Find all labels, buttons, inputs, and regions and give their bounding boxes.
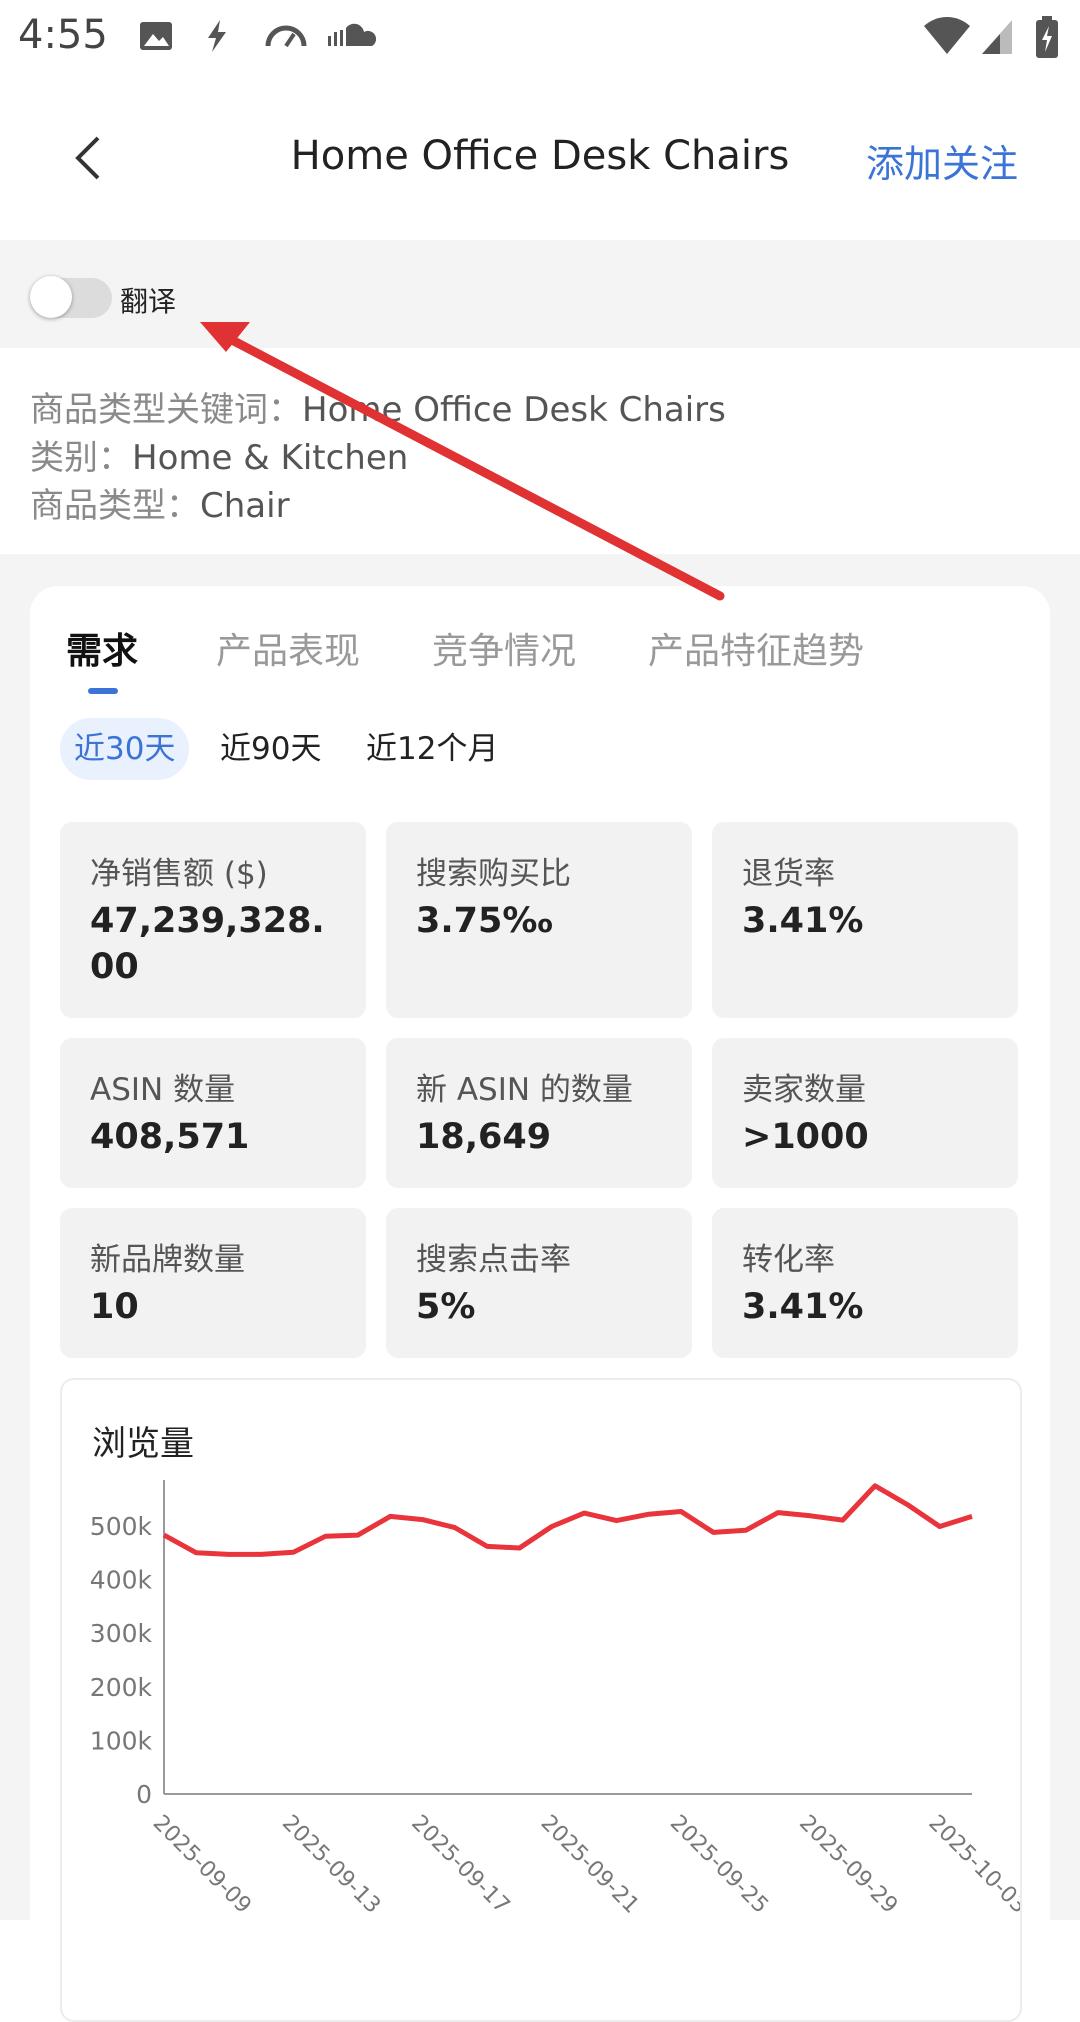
- range-30-days[interactable]: 近30天: [60, 718, 190, 780]
- y-tick-label: 400k: [90, 1566, 153, 1595]
- translate-label: 翻译: [120, 285, 177, 318]
- image-icon: [140, 22, 172, 50]
- metric-value: 3.41%: [742, 901, 864, 941]
- nav-bar: Home Office Desk Chairs 添加关注: [0, 76, 1080, 240]
- x-tick-label: 2025-09-25: [665, 1811, 773, 1919]
- range-90-days[interactable]: 近90天: [206, 718, 335, 780]
- metric-label: ASIN 数量: [90, 1072, 236, 1108]
- metric-label: 转化率: [742, 1242, 835, 1278]
- y-tick-label: 500k: [90, 1512, 153, 1541]
- metric-value: 5%: [416, 1287, 476, 1327]
- battery-icon: [1036, 16, 1058, 58]
- metric-label: 退货率: [742, 856, 835, 892]
- tab-demand[interactable]: 需求: [66, 622, 138, 674]
- tab-product-performance[interactable]: 产品表现: [216, 622, 360, 674]
- info-keyword: 商品类型关键词：Home Office Desk Chairs: [30, 382, 726, 431]
- info-category: 类别：Home & Kitchen: [30, 430, 408, 479]
- info-value: Home & Kitchen: [132, 438, 409, 478]
- metric-card: ASIN 数量 408,571: [60, 1038, 366, 1188]
- y-tick-label: 100k: [90, 1726, 153, 1755]
- info-key: 商品类型：: [30, 486, 200, 526]
- metric-card: 搜索购买比 3.75‰: [386, 822, 692, 1018]
- metric-card: 退货率 3.41%: [712, 822, 1018, 1018]
- add-follow-button[interactable]: 添加关注: [866, 133, 1018, 188]
- metric-card: 新 ASIN 的数量 18,649: [386, 1038, 692, 1188]
- metric-card: 卖家数量 >1000: [712, 1038, 1018, 1188]
- toggle-knob: [30, 276, 72, 318]
- metric-label: 搜索点击率: [416, 1242, 571, 1278]
- metric-label: 净销售额 ($): [90, 856, 268, 892]
- wifi-icon: [924, 17, 970, 54]
- translate-toggle[interactable]: [30, 276, 112, 318]
- metric-label: 搜索购买比: [416, 856, 571, 892]
- x-tick-label: 2025-09-29: [794, 1811, 902, 1919]
- y-tick-label: 0: [136, 1780, 152, 1809]
- translate-row: 翻译: [0, 240, 1080, 348]
- metric-value: 3.75‰: [416, 901, 553, 941]
- x-tick-label: 2025-09-21: [536, 1811, 644, 1919]
- metric-value: 47,239,328.00: [90, 901, 325, 987]
- metric-card: 转化率 3.41%: [712, 1208, 1018, 1358]
- soundcloud-icon: [328, 23, 377, 46]
- metric-value: 10: [90, 1287, 139, 1327]
- page-views-series-line: [162, 1483, 973, 1557]
- info-value: Chair: [200, 486, 290, 526]
- metric-card: 搜索点击率 5%: [386, 1208, 692, 1358]
- metric-label: 新 ASIN 的数量: [416, 1072, 633, 1108]
- signal-icon: [982, 20, 1012, 54]
- y-tick-label: 200k: [90, 1673, 153, 1702]
- x-tick-label: 2025-09-09: [148, 1811, 256, 1919]
- metric-value: 18,649: [416, 1117, 552, 1157]
- product-info: 商品类型关键词：Home Office Desk Chairs 类别：Home …: [0, 348, 1080, 554]
- info-type: 商品类型：Chair: [30, 478, 290, 527]
- x-tick-label: 2025-09-17: [406, 1811, 514, 1919]
- metric-label: 新品牌数量: [90, 1242, 245, 1278]
- status-bar: 4:55: [0, 0, 1080, 76]
- flash-icon: [208, 20, 226, 52]
- line-chart: 0100k200k300k400k500k2025-09-09 2025-09-1…: [90, 1480, 1020, 1919]
- metric-label: 卖家数量: [742, 1072, 866, 1108]
- info-key: 类别：: [30, 438, 132, 478]
- tab-indicator: [88, 688, 118, 694]
- range-12-months[interactable]: 近12个月: [352, 718, 512, 780]
- metric-value: 408,571: [90, 1117, 250, 1157]
- speedometer-icon: [265, 25, 307, 48]
- metric-value: 3.41%: [742, 1287, 864, 1327]
- x-tick-label: 2025-10-03: [923, 1811, 1020, 1919]
- metric-card: 新品牌数量 10: [60, 1208, 366, 1358]
- page-views-chart: 浏览量 0 100k 200k 300k 400k 500k 2025-09-09 2025-…: [60, 1378, 1022, 2022]
- info-key: 商品类型关键词：: [30, 390, 302, 430]
- info-value: Home Office Desk Chairs: [302, 390, 726, 430]
- metric-card: 净销售额 ($) 47,239,328.00: [60, 822, 366, 1018]
- tab-feature-trends[interactable]: 产品特征趋势: [648, 622, 864, 674]
- metric-value: >1000: [742, 1117, 869, 1157]
- demand-card: 需求 产品表现 竞争情况 产品特征趋势 近30天 近90天 近12个月 净销售额…: [30, 586, 1050, 2022]
- tab-competition[interactable]: 竞争情况: [432, 622, 576, 674]
- x-tick-label: 2025-09-13: [277, 1811, 385, 1919]
- y-tick-label: 300k: [90, 1619, 153, 1648]
- status-time: 4:55: [18, 12, 108, 58]
